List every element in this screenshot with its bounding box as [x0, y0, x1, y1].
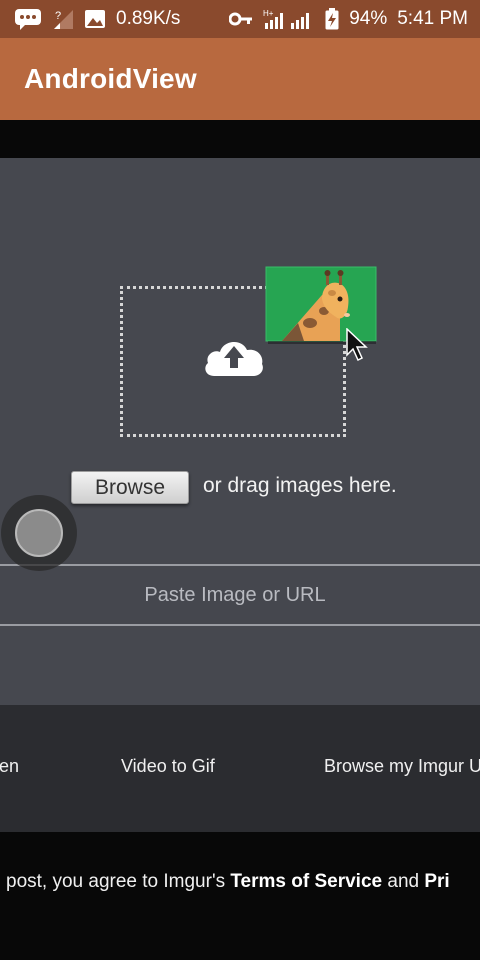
option-video-to-gif[interactable]: Video to Gif — [121, 756, 215, 777]
terms-of-service-link[interactable]: Terms of Service — [230, 871, 382, 892]
signal-weak-icon: ? — [52, 8, 74, 30]
browse-button[interactable]: Browse — [71, 471, 189, 504]
upload-panel: Browse or drag images here. Paste Image … — [0, 158, 480, 705]
svg-text:H+: H+ — [263, 9, 274, 18]
clock: 5:41 PM — [397, 8, 468, 29]
terms-and: and — [382, 871, 425, 892]
options-bar: en Video to Gif Browse my Imgur U — [0, 705, 480, 832]
option-partial[interactable]: en — [0, 756, 19, 777]
app-bar: AndroidView — [0, 38, 480, 120]
assistive-touch-icon — [15, 509, 63, 557]
signal-icon: H+ — [263, 8, 315, 30]
option-browse-my-imgur[interactable]: Browse my Imgur U — [324, 756, 480, 777]
key-icon — [229, 12, 253, 26]
cloud-upload-icon — [202, 334, 266, 383]
privacy-link[interactable]: Pri — [424, 871, 449, 892]
network-speed: 0.89K/s — [116, 8, 181, 29]
chat-icon — [14, 8, 42, 30]
terms-prefix: post, you agree to Imgur's — [6, 871, 231, 892]
cursor-icon — [346, 327, 370, 367]
svg-text:?: ? — [55, 10, 61, 22]
battery-percent: 94% — [349, 8, 388, 29]
status-bar: ? 0.89K/s H+ 94% 5:41 PM — [0, 0, 480, 38]
app-title: AndroidView — [24, 63, 197, 94]
assistive-touch-button[interactable] — [1, 495, 77, 571]
terms-notice: post, you agree to Imgur's Terms of Serv… — [6, 871, 450, 893]
image-icon — [84, 9, 106, 29]
drag-hint: or drag images here. — [203, 474, 397, 497]
url-placeholder: Paste Image or URL — [144, 584, 326, 606]
paste-url-input[interactable]: Paste Image or URL — [0, 564, 480, 626]
battery-charging-icon — [325, 8, 339, 30]
